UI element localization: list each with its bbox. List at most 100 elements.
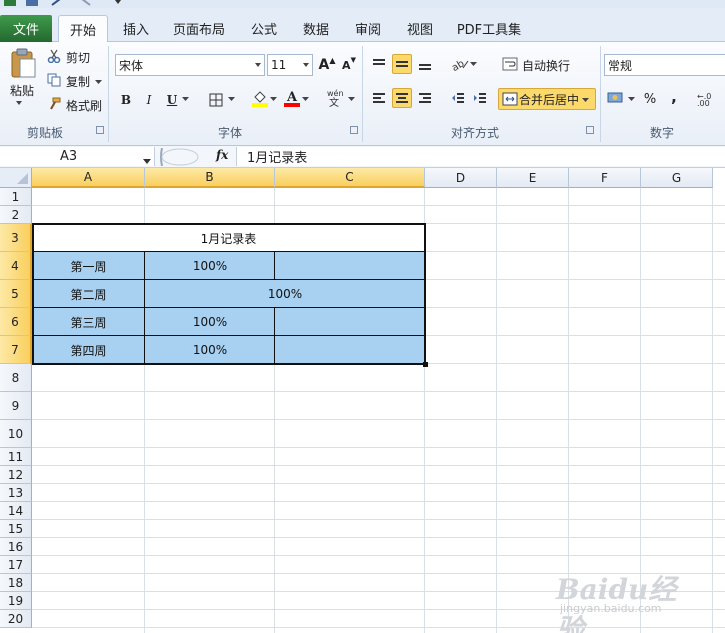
- decrease-font-icon[interactable]: A ▼: [339, 55, 359, 75]
- tab-insert[interactable]: 插入: [116, 15, 156, 42]
- table-title-cell[interactable]: 1月记录表: [32, 224, 425, 252]
- number-format-dropdown[interactable]: 常规: [604, 54, 725, 76]
- tab-view[interactable]: 视图: [400, 15, 440, 42]
- align-top-icon[interactable]: [369, 54, 389, 74]
- row-header-12[interactable]: 12: [0, 466, 32, 484]
- align-left-icon[interactable]: [369, 88, 389, 108]
- align-right-icon[interactable]: [415, 88, 435, 108]
- week-label-cell[interactable]: 第二周: [32, 280, 145, 308]
- bold-button[interactable]: B: [116, 90, 136, 110]
- format-painter-icon[interactable]: [46, 96, 62, 112]
- align-middle-icon[interactable]: [392, 54, 412, 74]
- row-header-19[interactable]: 19: [0, 592, 32, 610]
- cut-button[interactable]: 剪切: [66, 49, 90, 66]
- week-label-cell[interactable]: 第四周: [32, 336, 145, 364]
- week-value-cell[interactable]: 100%: [145, 308, 275, 336]
- wrap-text-button[interactable]: 自动换行: [522, 57, 570, 74]
- orientation-icon[interactable]: ab: [450, 54, 470, 74]
- tab-page-layout[interactable]: 页面布局: [168, 15, 230, 42]
- paste-dropdown-icon[interactable]: [14, 98, 24, 108]
- row-header-20[interactable]: 20: [0, 610, 32, 628]
- week-label-cell[interactable]: 第三周: [32, 308, 145, 336]
- customize-qat-icon[interactable]: [112, 0, 124, 6]
- merge-center-button[interactable]: 合并后居中: [498, 88, 596, 110]
- clipboard-launcher-icon[interactable]: [96, 126, 104, 134]
- accounting-format-icon[interactable]: [606, 88, 626, 108]
- paste-button[interactable]: 粘贴: [10, 82, 34, 99]
- row-header-1[interactable]: 1: [0, 188, 32, 206]
- copy-icon[interactable]: [46, 72, 62, 88]
- worksheet-grid[interactable]: ABCDEFG 1 2 3 4 5 6 7 8 9 10 11 12 13 14 15 16 17 18 19 20 …: [0, 168, 725, 633]
- select-all-corner[interactable]: [0, 168, 32, 188]
- redo-icon[interactable]: [80, 0, 92, 6]
- font-size-dropdown[interactable]: 11: [267, 54, 313, 76]
- align-center-icon[interactable]: [392, 88, 412, 108]
- column-header-b[interactable]: B: [145, 168, 275, 188]
- tab-data[interactable]: 数据: [296, 15, 336, 42]
- column-header-c[interactable]: C: [275, 168, 425, 188]
- empty-cell[interactable]: [275, 252, 425, 280]
- phonetic-dropdown-icon[interactable]: [346, 94, 356, 104]
- fill-color-dropdown-icon[interactable]: [268, 94, 278, 104]
- insert-function-icon[interactable]: fx: [216, 148, 228, 162]
- week-value-cell[interactable]: 100%: [145, 336, 275, 364]
- increase-indent-icon[interactable]: [470, 88, 490, 108]
- font-color-dropdown-icon[interactable]: [300, 94, 310, 104]
- chevron-down-icon[interactable]: [143, 153, 151, 168]
- underline-button[interactable]: U: [162, 90, 182, 110]
- increase-decimal-icon[interactable]: ←.0.00: [694, 89, 724, 109]
- increase-font-icon[interactable]: A ▲: [317, 55, 337, 75]
- fill-handle[interactable]: [423, 362, 428, 367]
- font-launcher-icon[interactable]: [350, 126, 358, 134]
- phonetic-guide-icon[interactable]: wén 文: [326, 88, 346, 108]
- underline-dropdown-icon[interactable]: [180, 94, 190, 104]
- tab-formulas[interactable]: 公式: [244, 15, 284, 42]
- align-bottom-icon[interactable]: [415, 54, 435, 74]
- undo-icon[interactable]: [50, 0, 62, 6]
- empty-cell[interactable]: [275, 336, 425, 364]
- row-header-17[interactable]: 17: [0, 556, 32, 574]
- percent-style-button[interactable]: %: [640, 89, 660, 109]
- row-header-4[interactable]: 4: [0, 252, 32, 280]
- alignment-launcher-icon[interactable]: [586, 126, 594, 134]
- row-header-13[interactable]: 13: [0, 484, 32, 502]
- column-header-d[interactable]: D: [425, 168, 497, 188]
- borders-icon[interactable]: [206, 90, 226, 110]
- row-header-2[interactable]: 2: [0, 206, 32, 224]
- font-color-icon[interactable]: A: [282, 88, 302, 108]
- copy-button[interactable]: 复制: [66, 73, 90, 90]
- week-value-merged-cell[interactable]: 100%: [145, 280, 425, 308]
- font-name-dropdown[interactable]: 宋体: [115, 54, 265, 76]
- row-header-15[interactable]: 15: [0, 520, 32, 538]
- wrap-text-icon[interactable]: [500, 54, 520, 74]
- paste-icon[interactable]: [8, 46, 38, 80]
- cut-icon[interactable]: [46, 48, 62, 64]
- row-header-10[interactable]: 10: [0, 420, 32, 448]
- empty-cell[interactable]: [275, 308, 425, 336]
- row-header-7[interactable]: 7: [0, 336, 32, 364]
- row-header-8[interactable]: 8: [0, 364, 32, 392]
- tab-file[interactable]: 文件: [0, 15, 52, 42]
- week-value-cell[interactable]: 100%: [145, 252, 275, 280]
- formula-input[interactable]: 1月记录表: [236, 147, 725, 166]
- row-header-6[interactable]: 6: [0, 308, 32, 336]
- row-header-5[interactable]: 5: [0, 280, 32, 308]
- row-header-14[interactable]: 14: [0, 502, 32, 520]
- save-icon[interactable]: [26, 0, 38, 6]
- italic-button[interactable]: I: [139, 90, 159, 110]
- row-header-3[interactable]: 3: [0, 224, 32, 252]
- accounting-dropdown-icon[interactable]: [626, 94, 636, 104]
- copy-dropdown-icon[interactable]: [94, 78, 102, 86]
- tab-review[interactable]: 审阅: [348, 15, 388, 42]
- fill-color-icon[interactable]: [250, 88, 270, 108]
- format-painter-button[interactable]: 格式刷: [66, 97, 102, 114]
- tab-pdf-tools[interactable]: PDF工具集: [452, 15, 526, 42]
- orientation-dropdown-icon[interactable]: [468, 59, 478, 69]
- comma-style-button[interactable]: ,: [664, 87, 684, 107]
- decrease-indent-icon[interactable]: [448, 88, 468, 108]
- week-label-cell[interactable]: 第一周: [32, 252, 145, 280]
- row-header-9[interactable]: 9: [0, 392, 32, 420]
- name-box[interactable]: A3: [0, 147, 155, 166]
- column-header-a[interactable]: A: [32, 168, 145, 188]
- row-header-16[interactable]: 16: [0, 538, 32, 556]
